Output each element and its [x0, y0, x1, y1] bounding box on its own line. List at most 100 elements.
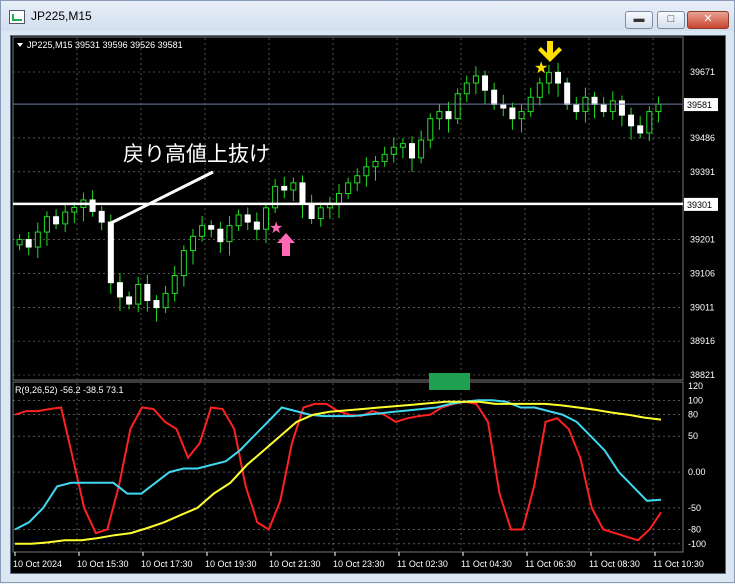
candle-body [98, 210, 105, 223]
candle-body [180, 250, 187, 277]
osc-tick-label: -100 [688, 539, 706, 549]
candle-body [235, 214, 242, 227]
oscillator-axis: 120 100 80 50 0.00 -50 -80 -100 [688, 381, 706, 549]
candle-body [500, 103, 507, 109]
time-tick-label: 10 Oct 23:30 [333, 559, 385, 569]
breakout-annotation: 戻り高値上抜け [123, 142, 270, 166]
candle-body [518, 111, 525, 120]
candle-body [34, 231, 41, 248]
time-axis: 10 Oct 2024 10 Oct 15:30 10 Oct 17:30 10 Oc… [13, 552, 704, 569]
time-tick-label: 11 Oct 10:30 [653, 559, 704, 569]
candle-body [308, 203, 315, 220]
candle-body [217, 228, 224, 243]
candle-body [162, 292, 169, 309]
current-price-label: 39581 [687, 100, 712, 110]
price-grid [13, 38, 683, 379]
candle-body [107, 221, 114, 284]
time-tick-label: 10 Oct 2024 [13, 559, 62, 569]
candle-body [171, 275, 178, 294]
candle-body [564, 82, 571, 105]
candle-body [290, 182, 297, 191]
signal-block [429, 373, 470, 390]
panel-menu-triangle-icon[interactable] [17, 43, 23, 47]
candle-body [628, 114, 635, 127]
pink-star-icon: ★ [269, 218, 283, 237]
candle-body [262, 207, 269, 230]
candle-body [482, 75, 489, 91]
time-tick-label: 10 Oct 19:30 [205, 559, 257, 569]
candle-body [62, 211, 69, 225]
candle-body [390, 146, 397, 155]
candle-body [399, 143, 406, 148]
chart-svg: 39671 39581 39486 39391 39301 39201 39106 39011… [12, 36, 718, 569]
price-tick-label: 39011 [690, 302, 714, 312]
price-panel-border [12, 36, 684, 381]
candle-body [153, 299, 160, 309]
candle-body [463, 82, 470, 95]
candle-body [491, 89, 498, 105]
price-tick-label: 39106 [690, 268, 715, 278]
candle-body [89, 199, 96, 212]
candle-body [345, 182, 352, 195]
candle-body [445, 111, 452, 120]
chart-window: JP225,M15 ▬ □ ✕ 396713958139486393913930… [0, 0, 735, 583]
candle-body [600, 103, 607, 113]
candle-body [655, 103, 662, 113]
candle-body [555, 71, 562, 84]
candle-body [427, 118, 434, 141]
candle-body [618, 100, 625, 116]
candle-body [189, 235, 196, 252]
candle-body [354, 175, 361, 184]
candle-body [53, 216, 60, 225]
candle-body [25, 239, 32, 248]
candle-body [116, 282, 123, 298]
osc-series-line [15, 400, 662, 545]
candle-body [573, 103, 580, 113]
osc-tick-label: 50 [688, 431, 698, 441]
candle-body [536, 82, 543, 98]
price-tick-label: 38916 [690, 336, 715, 346]
candle-body [226, 225, 233, 243]
candle-body [436, 111, 443, 120]
osc-tick-label: 100 [688, 395, 703, 405]
time-tick-label: 11 Oct 02:30 [397, 559, 448, 569]
time-tick-label: 10 Oct 21:30 [269, 559, 321, 569]
price-tick-label: 39391 [690, 167, 715, 177]
osc-tick-label: 80 [688, 410, 698, 420]
resistance-price-label: 39301 [687, 200, 712, 210]
candle-body [126, 296, 133, 305]
osc-tick-label: 120 [688, 381, 703, 391]
candle-body [43, 216, 50, 233]
candle-body [253, 221, 260, 230]
candle-body [454, 93, 461, 120]
candle-body [71, 206, 78, 213]
candle-body [16, 239, 23, 246]
time-tick-label: 11 Oct 04:30 [461, 559, 512, 569]
osc-tick-label: -80 [688, 524, 701, 534]
price-tick-label: 39201 [690, 235, 715, 245]
osc-series-line [14, 400, 662, 542]
candle-body [281, 185, 288, 191]
time-tick-label: 11 Oct 06:30 [525, 559, 576, 569]
candle-series [16, 62, 662, 322]
annotation-arrow-line [110, 170, 214, 225]
candle-body [472, 75, 479, 84]
candle-body [418, 139, 425, 159]
candle-body [144, 283, 151, 301]
time-tick-label: 11 Oct 08:30 [589, 559, 640, 569]
candle-body [208, 225, 215, 230]
candle-body [363, 166, 370, 177]
candle-body [317, 207, 324, 220]
candle-body [646, 111, 653, 134]
candle-body [135, 283, 142, 305]
price-panel-header: JP225,M15 39531 39596 39526 39581 [27, 40, 183, 50]
candle-body [299, 182, 306, 205]
oscillator-header: R(9,26,52) -56.2 -38.5 73.1 [15, 385, 124, 395]
candle-body [609, 100, 616, 113]
candle-body [381, 153, 388, 162]
candle-body [637, 125, 644, 134]
candle-body [591, 96, 598, 105]
candle-body [199, 225, 206, 237]
price-tick-label: 38821 [690, 370, 715, 380]
yellow-star-icon: ★ [534, 58, 548, 77]
